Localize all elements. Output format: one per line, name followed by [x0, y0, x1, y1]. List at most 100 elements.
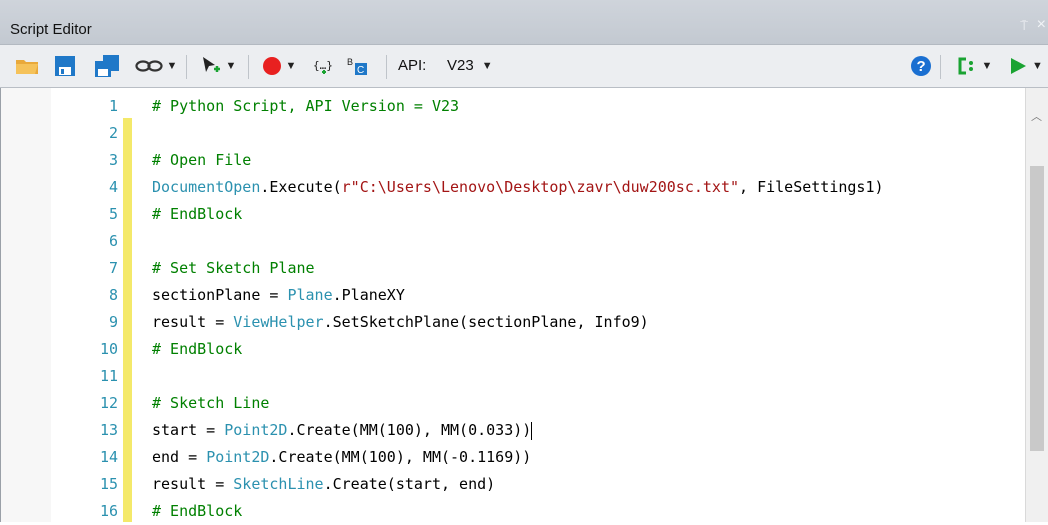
api-version-select[interactable]: V23 ▼ — [447, 57, 493, 74]
vertical-scrollbar[interactable]: ︿ — [1025, 88, 1048, 522]
record-icon — [262, 57, 281, 75]
run-options-dropdown[interactable]: ▼ — [952, 54, 996, 78]
record-dropdown[interactable]: ▼ — [256, 54, 302, 78]
code-text: # Sketch Line — [152, 390, 269, 417]
run-icon — [1011, 58, 1026, 74]
line-number: 14 — [99, 448, 118, 466]
help-icon[interactable]: ? — [908, 54, 934, 78]
chevron-down-icon: ▼ — [166, 60, 178, 72]
save-icon[interactable] — [52, 54, 78, 78]
window-title: Script Editor — [10, 21, 92, 38]
line-number: 1 — [108, 97, 118, 115]
pin-icon[interactable]: ⍑ — [1020, 18, 1028, 34]
save-as-icon[interactable] — [92, 54, 122, 78]
code-line[interactable]: 6 — [1, 228, 1031, 255]
code-line[interactable]: 14 end = Point2D.Create(MM(100), MM(-0.11… — [1, 444, 1031, 471]
code-token-plain: .Create(start, end) — [323, 475, 496, 493]
code-line[interactable]: 3 # Open File — [1, 147, 1031, 174]
code-token-type: DocumentOpen — [152, 178, 261, 196]
code-line[interactable]: 10 # EndBlock — [1, 336, 1031, 363]
code-text: # Open File — [152, 147, 251, 174]
chevron-down-icon: ▼ — [285, 60, 297, 72]
code-line[interactable]: 4 DocumentOpen.Execute(r"C:\Users\Lenovo\… — [1, 174, 1031, 201]
line-number: 12 — [99, 394, 118, 412]
line-number: 9 — [108, 313, 118, 331]
code-token-type: Point2D — [224, 421, 288, 439]
code-text: # EndBlock — [152, 201, 242, 228]
link-icon — [134, 60, 163, 72]
title-bar: Script Editor ⍑ × — [0, 0, 1048, 45]
api-label: API: — [398, 57, 427, 74]
api-version-value: V23 — [447, 57, 474, 74]
code-line[interactable]: 1 # Python Script, API Version = V23 — [1, 93, 1031, 120]
code-token-plain: , FileSettings1) — [739, 178, 884, 196]
code-token-plain: .Execute( — [260, 178, 342, 196]
code-token-plain: .Create(MM(100), MM(-0.1169)) — [269, 448, 532, 466]
line-number: 10 — [99, 340, 118, 358]
code-token-plain: .PlaneXY — [332, 286, 405, 304]
code-line[interactable]: 13 start = Point2D.Create(MM(100), MM(0.0… — [1, 417, 1031, 444]
code-token-plain: start = — [152, 421, 225, 439]
toolbar-separator — [940, 55, 941, 79]
code-editor[interactable]: 1 # Python Script, API Version = V23 2 3 # O… — [0, 88, 1048, 522]
chevron-down-icon: ▼ — [1032, 60, 1043, 72]
line-number: 6 — [108, 232, 118, 250]
line-number: 7 — [108, 259, 118, 277]
code-token-type: ViewHelper — [233, 313, 324, 331]
run-options-icon — [958, 57, 973, 75]
code-text: result = ViewHelper.SetSketchPlane(secti… — [152, 309, 649, 336]
code-token-type: Plane — [287, 286, 333, 304]
insert-block-icon[interactable]: {…} — [312, 54, 336, 78]
code-text: result = SketchLine.Create(start, end) — [152, 471, 495, 498]
code-text: sectionPlane = Plane.PlaneXY — [152, 282, 405, 309]
link-dropdown[interactable]: ▼ — [132, 54, 180, 78]
toolbar-separator — [386, 55, 387, 79]
line-number: 5 — [108, 205, 118, 223]
open-folder-icon[interactable] — [14, 54, 40, 78]
scrollbar-thumb[interactable] — [1030, 166, 1044, 451]
chevron-down-icon: ▼ — [481, 59, 493, 72]
code-token-comment: # EndBlock — [152, 502, 243, 520]
code-token-comment: # EndBlock — [152, 340, 243, 358]
code-token-comment: # Set Sketch Plane — [152, 259, 315, 277]
code-text: DocumentOpen.Execute(r"C:\Users\Lenovo\D… — [152, 174, 884, 201]
code-line[interactable]: 12 # Sketch Line — [1, 390, 1031, 417]
code-token-type: Point2D — [206, 448, 270, 466]
code-token-plain: .Create(MM(100), MM(0.033)) — [287, 421, 532, 439]
code-line[interactable]: 9 result = ViewHelper.SetSketchPlane(sect… — [1, 309, 1031, 336]
code-line[interactable]: 2 — [1, 120, 1031, 147]
code-token-plain: result = — [152, 313, 234, 331]
replace-icon[interactable]: BC — [344, 54, 372, 78]
code-token-plain: sectionPlane = — [152, 286, 288, 304]
line-number: 16 — [99, 502, 118, 520]
line-number: 8 — [108, 286, 118, 304]
line-number: 13 — [99, 421, 118, 439]
line-number: 4 — [108, 178, 118, 196]
line-number: 2 — [108, 124, 118, 142]
run-dropdown[interactable]: ▼ — [1008, 54, 1048, 78]
code-token-comment: # Sketch Line — [152, 394, 270, 412]
code-line[interactable]: 7 # Set Sketch Plane — [1, 255, 1031, 282]
code-line[interactable]: 15 result = SketchLine.Create(start, end) — [1, 471, 1031, 498]
code-token-plain: end = — [152, 448, 207, 466]
code-line[interactable]: 11 — [1, 363, 1031, 390]
code-line[interactable]: 16 # EndBlock — [1, 498, 1031, 525]
text-cursor — [531, 421, 533, 440]
scroll-up-icon[interactable]: ︿ — [1031, 108, 1042, 124]
code-text: # EndBlock — [152, 498, 242, 525]
code-token-string: r"C:\Users\Lenovo\Desktop\zavr\duw200sc.… — [341, 178, 740, 196]
code-text: start = Point2D.Create(MM(100), MM(0.033… — [152, 417, 533, 444]
svg-text:{…}: {…} — [313, 59, 333, 72]
chevron-down-icon: ▼ — [225, 60, 237, 72]
code-token-comment: # EndBlock — [152, 205, 243, 223]
line-number: 15 — [99, 475, 118, 493]
svg-text:B: B — [347, 57, 353, 67]
code-line[interactable]: 5 # EndBlock — [1, 201, 1031, 228]
selection-tool-dropdown[interactable]: ▼ — [194, 54, 242, 78]
close-icon[interactable]: × — [1037, 16, 1046, 34]
toolbar-separator — [186, 55, 187, 79]
svg-text:?: ? — [917, 58, 926, 75]
chevron-down-icon: ▼ — [981, 60, 993, 72]
code-line[interactable]: 8 sectionPlane = Plane.PlaneXY — [1, 282, 1031, 309]
code-text: end = Point2D.Create(MM(100), MM(-0.1169… — [152, 444, 531, 471]
